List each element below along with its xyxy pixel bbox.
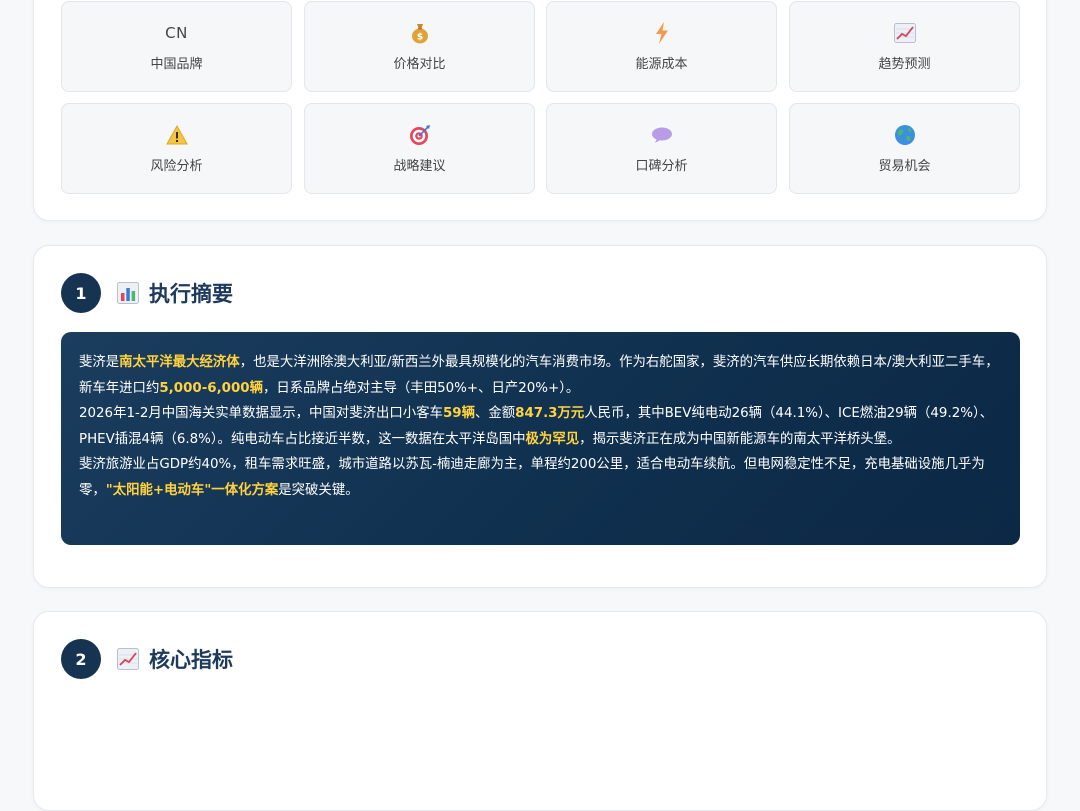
section-header: 2 核心指标 <box>61 639 233 679</box>
highlight-text: "太阳能+电动车"一体化方案 <box>105 482 279 498</box>
tile-reputation[interactable]: 口碑分析 <box>546 103 777 194</box>
tile-risk-analysis[interactable]: 风险分析 <box>61 103 292 194</box>
tile-label: 能源成本 <box>635 57 688 72</box>
text: 2026年1-2月中国海关实单数据显示，中国对斐济出口小客车 <box>79 406 443 421</box>
svg-text:$: $ <box>416 33 422 43</box>
highlight-text: 极为罕见 <box>525 431 580 447</box>
money-bag-icon: $ <box>410 21 430 45</box>
tile-price-compare[interactable]: $ 价格对比 <box>304 1 535 92</box>
tile-china-brands[interactable]: CN 中国品牌 <box>61 1 292 92</box>
highlight-text: 5,000-6,000辆 <box>159 380 264 396</box>
section-title: 核心指标 <box>149 648 233 672</box>
tile-label: 价格对比 <box>393 57 446 72</box>
highlight-text: 南太平洋最大经济体 <box>119 355 240 370</box>
section-header: 1 执行摘要 <box>61 273 233 313</box>
section-number-badge: 1 <box>61 273 101 313</box>
highlight-text: 59辆 <box>442 406 475 421</box>
tile-label: 风险分析 <box>150 159 203 174</box>
bar-chart-icon <box>117 282 139 304</box>
trend-chart-icon <box>893 21 916 45</box>
text: ，揭示斐济正在成为中国新能源车的南太平洋桥头堡。 <box>579 431 901 447</box>
summary-paragraph-2: 2026年1-2月中国海关实单数据显示，中国对斐济出口小客车59辆、金额847.… <box>79 401 1002 452</box>
target-icon <box>409 123 431 147</box>
warning-icon <box>165 123 188 147</box>
section-number-badge: 2 <box>61 639 101 679</box>
tile-label: 战略建议 <box>393 159 446 174</box>
speech-bubble-icon <box>651 123 673 147</box>
highlight-text: 847.3万元 <box>515 406 585 421</box>
tile-label: 趋势预测 <box>878 57 931 72</box>
section-title: 执行摘要 <box>149 282 233 306</box>
text: 、金额 <box>474 406 516 421</box>
tile-trend-forecast[interactable]: 趋势预测 <box>789 1 1020 92</box>
tile-trade-opportunity[interactable]: 贸易机会 <box>789 103 1020 194</box>
tile-energy-cost[interactable]: 能源成本 <box>546 1 777 92</box>
summary-paragraph-3: 斐济旅游业占GDP约40%，租车需求旺盛，城市道路以苏瓦-楠迪走廊为主，单程约2… <box>79 452 1002 503</box>
tile-strategy[interactable]: 战略建议 <box>304 103 535 194</box>
trend-chart-icon <box>117 648 139 670</box>
tile-label: 口碑分析 <box>635 159 688 174</box>
executive-summary-card: 1 执行摘要 斐济是南太平洋最大经济体，也是大洋洲除澳大利亚/新西兰外最具规模化… <box>33 245 1047 588</box>
text: 斐济是 <box>79 355 120 370</box>
tile-label: 贸易机会 <box>878 159 931 174</box>
tile-label: 中国品牌 <box>150 57 203 72</box>
text: ，日系品牌占绝对主导（丰田50%+、日产20%+）。 <box>263 380 580 396</box>
text: 是突破关键。 <box>278 482 359 498</box>
summary-paragraph-1: 斐济是南太平洋最大经济体，也是大洋洲除澳大利亚/新西兰外最具规模化的汽车消费市场… <box>79 350 1002 401</box>
core-metrics-card: 2 核心指标 <box>33 611 1047 811</box>
lightning-icon <box>655 21 669 45</box>
summary-panel: 斐济是南太平洋最大经济体，也是大洋洲除澳大利亚/新西兰外最具规模化的汽车消费市场… <box>61 332 1020 545</box>
category-card: CN 中国品牌 $ 价格对比 能源成本 趋势预测 风险分析 战略建议 口碑分析 … <box>33 0 1047 221</box>
cn-text-icon: CN <box>165 24 188 42</box>
globe-icon <box>894 123 916 147</box>
